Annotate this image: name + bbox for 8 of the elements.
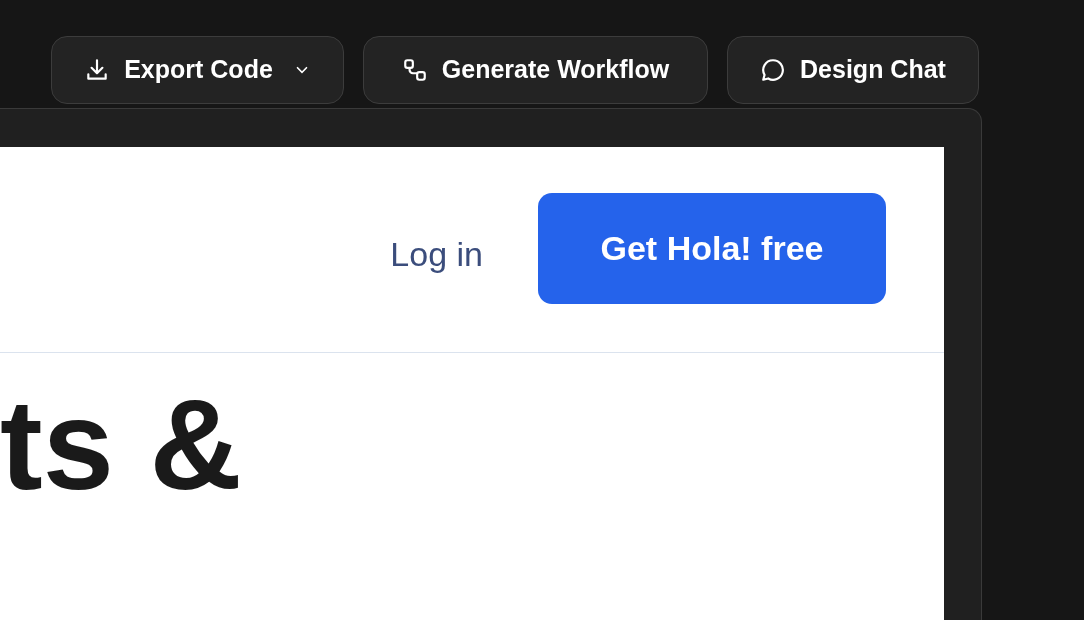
- toolbar-button[interactable]: Export Code: [51, 36, 344, 104]
- get-free-button[interactable]: Get Hola! free: [538, 193, 886, 304]
- workflow-icon: [401, 57, 428, 83]
- chat-icon: [760, 57, 787, 83]
- page-heading: ts &: [0, 381, 242, 509]
- login-link[interactable]: Log in: [390, 229, 483, 280]
- toolbar-button[interactable]: Generate Workflow: [363, 36, 708, 104]
- toolbar-button[interactable]: Design Chat: [727, 36, 979, 104]
